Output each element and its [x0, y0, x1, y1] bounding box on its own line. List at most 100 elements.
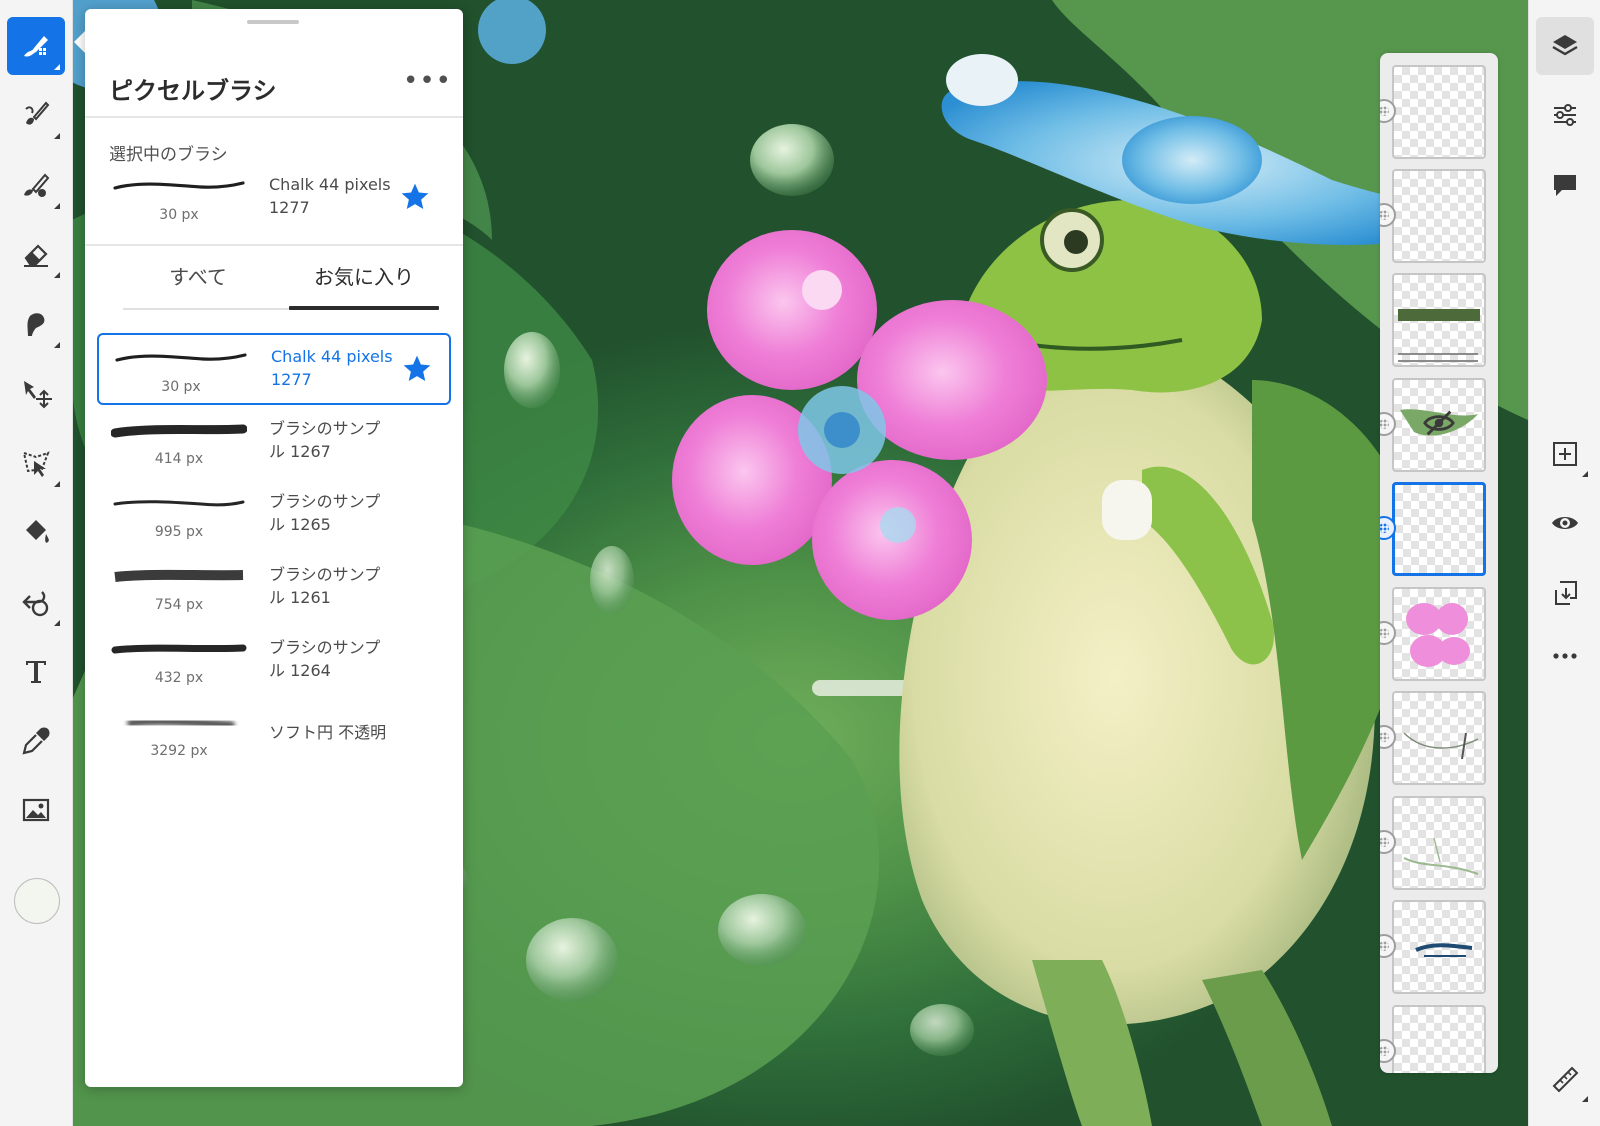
layer-thumbnail[interactable] [1392, 65, 1486, 159]
text-icon [26, 661, 46, 683]
eyedropper-icon [22, 727, 50, 755]
mixer-brush-icon [24, 173, 50, 197]
brush-stroke-preview [111, 424, 247, 438]
selected-brush-label: 選択中のブラシ [109, 145, 228, 165]
lasso-select-tool[interactable] [7, 434, 65, 492]
current-brush[interactable]: 30 px Chalk 44 pixels 1277 [97, 163, 451, 235]
layer-strip[interactable] [1380, 53, 1498, 1073]
brush-list-item[interactable]: 432 px ブラシのサンプル 1264 [97, 626, 451, 698]
brush-name: ソフト円 不透明 [269, 723, 387, 742]
brush-stroke-preview [127, 717, 235, 729]
eyedropper-tool[interactable] [7, 712, 65, 770]
layer-thumbnail-active[interactable] [1392, 482, 1486, 576]
add-layer-icon [1553, 442, 1577, 466]
more-icon [1553, 653, 1577, 659]
layers-icon [1552, 35, 1578, 56]
pixel-brush-tool[interactable] [7, 17, 65, 75]
layer-preview [1406, 603, 1470, 667]
layer-preview [1415, 943, 1473, 957]
eraser-icon [24, 244, 48, 267]
divider [85, 244, 463, 246]
layer-thumbnail[interactable] [1392, 900, 1486, 994]
brush-name: ブラシのサンプル 1267 [269, 419, 381, 461]
live-brush-icon [25, 101, 50, 125]
layer-group-bar [1398, 353, 1478, 355]
brush-list-item[interactable]: 995 px ブラシのサンプル 1265 [97, 480, 451, 552]
liquify-icon [22, 591, 49, 617]
brush-list-item[interactable]: 3292 px ソフト円 不透明 [97, 699, 451, 771]
eraser-tool[interactable] [7, 225, 65, 283]
ruler-button[interactable] [1536, 1050, 1594, 1108]
layer-properties-button[interactable] [1536, 86, 1594, 144]
smudge-icon [27, 313, 45, 336]
active-tab-indicator [289, 306, 439, 310]
comments-icon [1554, 175, 1576, 196]
comments-button[interactable] [1536, 156, 1594, 214]
brush-list-item[interactable]: 30 px Chalk 44 pixels 1277 [97, 333, 451, 405]
layer-thumbnail[interactable] [1392, 587, 1486, 681]
visibility-button[interactable] [1536, 494, 1594, 552]
layer-thumbnail[interactable] [1392, 169, 1486, 263]
brush-name: ブラシのサンプル 1264 [269, 638, 381, 680]
more-options-button[interactable]: ••• [403, 68, 451, 97]
ruler-icon [1552, 1066, 1579, 1093]
brush-stroke-preview [115, 353, 247, 362]
add-layer-button[interactable] [1536, 425, 1594, 483]
brush-list-item[interactable]: 754 px ブラシのサンプル 1261 [97, 553, 451, 625]
text-tool[interactable] [7, 642, 65, 700]
brush-stroke-preview [113, 500, 245, 507]
fill-icon [26, 520, 49, 543]
brush-size: 414 px [154, 451, 204, 467]
layer-thumbnail[interactable] [1392, 796, 1486, 890]
brush-stroke-preview [111, 644, 247, 654]
more-button[interactable] [1536, 627, 1594, 685]
mixer-brush-tool[interactable] [7, 156, 65, 214]
brush-name: ブラシのサンプル 1261 [269, 565, 381, 607]
fill-tool[interactable] [7, 503, 65, 561]
brush-size: 754 px [154, 597, 204, 613]
brush-stroke-preview [114, 569, 244, 582]
smudge-tool[interactable] [7, 295, 65, 353]
brush-size: 30 px [159, 207, 199, 223]
brush-size: 3292 px [150, 743, 208, 759]
merge-down-button[interactable] [1536, 564, 1594, 622]
layer-preview [1403, 732, 1479, 760]
layer-group-bar [1398, 360, 1478, 362]
brush-size: 995 px [154, 524, 204, 540]
left-toolbar [0, 0, 73, 1126]
layer-thumbnail[interactable] [1392, 691, 1486, 785]
brush-size: 432 px [154, 670, 204, 686]
tab-all[interactable]: すべて [123, 261, 273, 290]
brush-name: Chalk 44 pixels 1277 [271, 347, 393, 389]
merge-down-icon [1555, 581, 1577, 605]
panel-title: ピクセルブラシ [109, 77, 277, 105]
brush-name: ブラシのサンプル 1265 [269, 492, 381, 534]
transform-icon [24, 381, 52, 409]
liquify-tool[interactable] [7, 573, 65, 631]
layer-thumbnail[interactable] [1392, 1005, 1486, 1073]
right-toolbar [1528, 0, 1600, 1126]
divider [85, 116, 463, 118]
brush-name: Chalk 44 pixels 1277 [269, 175, 391, 217]
pixel-brush-icon [24, 36, 48, 57]
layers-button[interactable] [1536, 17, 1594, 75]
live-brush-tool[interactable] [7, 86, 65, 144]
transform-tool[interactable] [7, 364, 65, 422]
favorite-star-icon[interactable] [401, 353, 433, 385]
brush-list-item[interactable]: 414 px ブラシのサンプル 1267 [97, 407, 451, 479]
brush-size: 30 px [161, 379, 201, 395]
panel-grab-handle[interactable] [247, 20, 299, 24]
tab-favorites[interactable]: お気に入り [289, 261, 439, 290]
layer-preview [1398, 309, 1480, 321]
brush-stroke-preview [113, 181, 245, 190]
pixel-brush-panel: ピクセルブラシ ••• 選択中のブラシ 30 px Chalk 44 pixel… [85, 9, 463, 1087]
place-image-tool[interactable] [7, 781, 65, 839]
layer-properties-icon [1554, 104, 1576, 126]
visibility-icon [1552, 517, 1578, 529]
place-image-icon [22, 798, 50, 822]
current-color-swatch[interactable] [14, 878, 60, 924]
hidden-eye-icon [1423, 410, 1455, 436]
favorite-star-icon[interactable] [399, 181, 431, 213]
layer-thumbnail[interactable] [1392, 378, 1486, 472]
lasso-select-icon [22, 451, 50, 477]
